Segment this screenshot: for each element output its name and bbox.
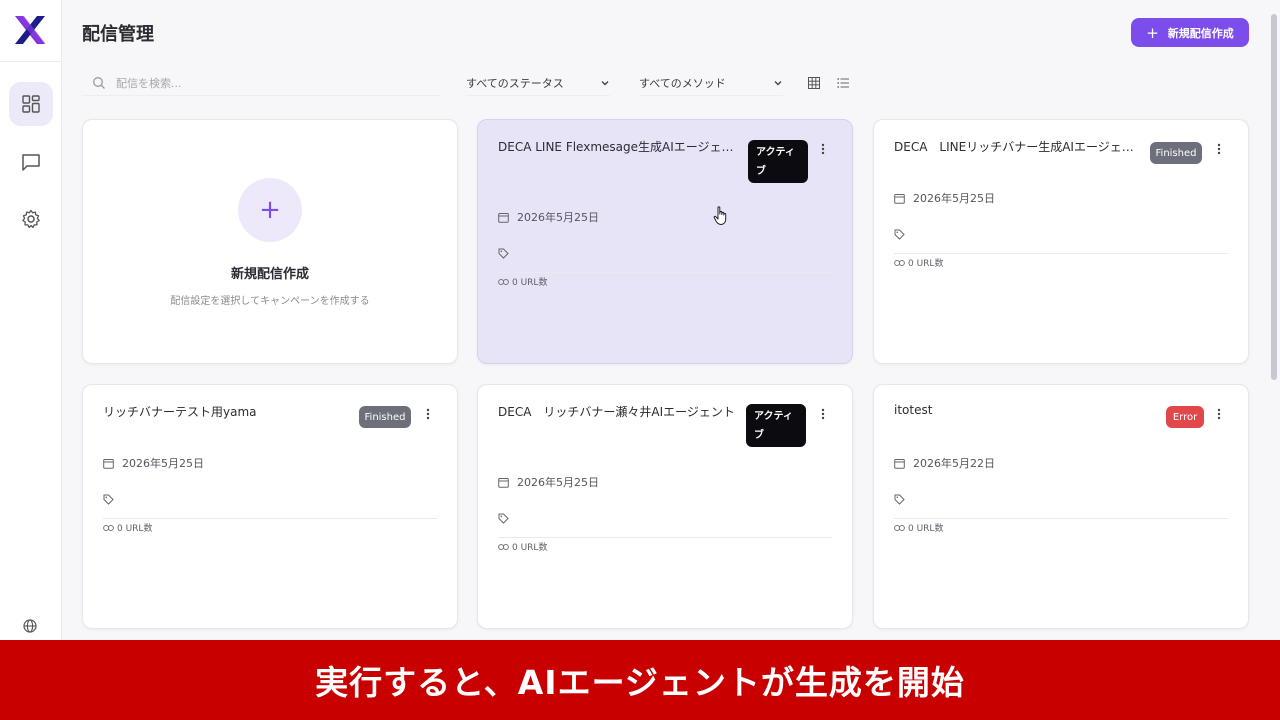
card-title: リッチバナーテスト用yama (103, 405, 257, 419)
calendar-icon (894, 458, 905, 469)
status-badge: アクティブ (746, 404, 806, 447)
gear-icon (22, 209, 40, 229)
card-url-count: 0 URL数 (103, 521, 152, 534)
link-icon (894, 524, 905, 531)
link-icon (103, 524, 114, 531)
status-badge: Finished (1150, 142, 1202, 164)
delivery-card[interactable]: itotest Error 2026年5月22日 0 URL数 (873, 384, 1249, 629)
search-icon (93, 76, 105, 89)
chevron-down-icon (774, 80, 782, 85)
card-divider (894, 253, 1228, 254)
tag-icon (894, 229, 905, 240)
search-placeholder: 配信を検索... (116, 76, 182, 90)
page-scrollbar[interactable] (1271, 14, 1277, 380)
card-title: DECA リッチバナー瀬々井AIエージェント (498, 405, 735, 419)
globe-icon[interactable] (20, 618, 40, 640)
card-date: 2026年5月25日 (498, 209, 599, 225)
card-divider (103, 518, 437, 519)
card-date: 2026年5月25日 (103, 455, 204, 471)
card-url-count: 0 URL数 (498, 275, 547, 288)
card-url-count: 0 URL数 (498, 540, 547, 553)
calendar-icon (894, 193, 905, 204)
page-title: 配信管理 (82, 24, 154, 45)
x-logo-icon[interactable] (12, 12, 48, 48)
method-filter-value: すべてのメソッド (639, 76, 726, 90)
card-date-text: 2026年5月25日 (517, 476, 599, 489)
card-date-text: 2026年5月25日 (122, 457, 204, 470)
card-title: itotest (894, 403, 933, 417)
more-menu-icon[interactable] (1214, 406, 1224, 422)
status-filter-value: すべてのステータス (466, 76, 564, 90)
card-date-text: 2026年5月25日 (517, 211, 599, 224)
card-date: 2026年5月25日 (894, 190, 995, 206)
card-divider (498, 272, 832, 273)
search-input[interactable]: 配信を検索... (82, 70, 440, 96)
method-filter-select[interactable]: すべてのメソッド (639, 70, 783, 96)
delivery-card[interactable]: リッチバナーテスト用yama Finished 2026年5月25日 0 URL… (82, 384, 458, 629)
more-menu-icon[interactable] (1214, 141, 1224, 157)
more-menu-icon[interactable] (818, 141, 828, 157)
create-delivery-card[interactable]: + 新規配信作成 配信設定を選択してキャンペーンを作成する (82, 119, 458, 364)
card-url-count-text: 0 URL数 (512, 278, 548, 288)
status-badge: Error (1166, 406, 1204, 428)
card-date: 2026年5月25日 (498, 474, 599, 490)
card-url-count: 0 URL数 (894, 521, 943, 534)
more-menu-icon[interactable] (818, 406, 828, 422)
link-icon (498, 543, 509, 550)
status-filter-select[interactable]: すべてのステータス (466, 70, 610, 96)
card-url-count-text: 0 URL数 (908, 259, 944, 269)
card-date-text: 2026年5月25日 (913, 192, 995, 205)
calendar-icon (498, 477, 509, 488)
tag-icon (894, 494, 905, 505)
card-date: 2026年5月22日 (894, 455, 995, 471)
card-title: DECA LINE Flexmesage生成AIエージェント (498, 140, 743, 154)
tag-icon (103, 494, 114, 505)
new-delivery-button[interactable]: + 新規配信作成 (1131, 18, 1249, 47)
card-url-count-text: 0 URL数 (908, 524, 944, 534)
card-title: DECA LINEリッチバナー生成AIエージェント (894, 140, 1139, 154)
card-url-count-text: 0 URL数 (117, 524, 153, 534)
tag-icon (498, 248, 509, 259)
grid-view-button[interactable] (805, 74, 823, 92)
chevron-down-icon (601, 80, 609, 85)
caption-text: 実行すると、AIエージェントが生成を開始 (315, 663, 965, 702)
sidebar-divider (0, 61, 62, 62)
sidebar-item-dashboard[interactable] (9, 82, 53, 126)
list-view-icon (837, 78, 849, 88)
create-card-title: 新規配信作成 (230, 267, 309, 282)
delivery-card[interactable]: DECA LINEリッチバナー生成AIエージェント Finished 2026年… (873, 119, 1249, 364)
delivery-card[interactable]: DECA リッチバナー瀬々井AIエージェント アクティブ 2026年5月25日 … (477, 384, 853, 629)
more-menu-icon[interactable] (423, 406, 433, 422)
caption-banner: 実行すると、AIエージェントが生成を開始 (0, 640, 1280, 720)
hand-cursor-icon (713, 206, 727, 225)
new-delivery-button-label: 新規配信作成 (1167, 26, 1234, 40)
status-badge: アクティブ (748, 140, 808, 183)
list-view-button[interactable] (834, 74, 852, 92)
sidebar (0, 0, 62, 640)
create-plus-button[interactable]: + (238, 178, 302, 242)
sidebar-item-chat[interactable] (9, 140, 53, 184)
status-badge: Finished (359, 406, 411, 428)
card-date-text: 2026年5月22日 (913, 457, 995, 470)
message-icon (22, 154, 40, 171)
grid-icon (22, 95, 40, 113)
create-card-subtitle: 配信設定を選択してキャンペーンを作成する (170, 296, 370, 307)
link-icon (894, 259, 905, 266)
sidebar-item-settings[interactable] (9, 197, 53, 241)
delivery-card[interactable]: DECA LINE Flexmesage生成AIエージェント アクティブ 202… (477, 119, 853, 364)
plus-icon: + (1146, 23, 1159, 42)
card-divider (498, 537, 832, 538)
grid-view-icon (808, 77, 820, 89)
tag-icon (498, 513, 509, 524)
card-url-count-text: 0 URL数 (512, 543, 548, 553)
link-icon (498, 278, 509, 285)
card-divider (894, 518, 1228, 519)
calendar-icon (103, 458, 114, 469)
calendar-icon (498, 212, 509, 223)
card-url-count: 0 URL数 (894, 256, 943, 269)
